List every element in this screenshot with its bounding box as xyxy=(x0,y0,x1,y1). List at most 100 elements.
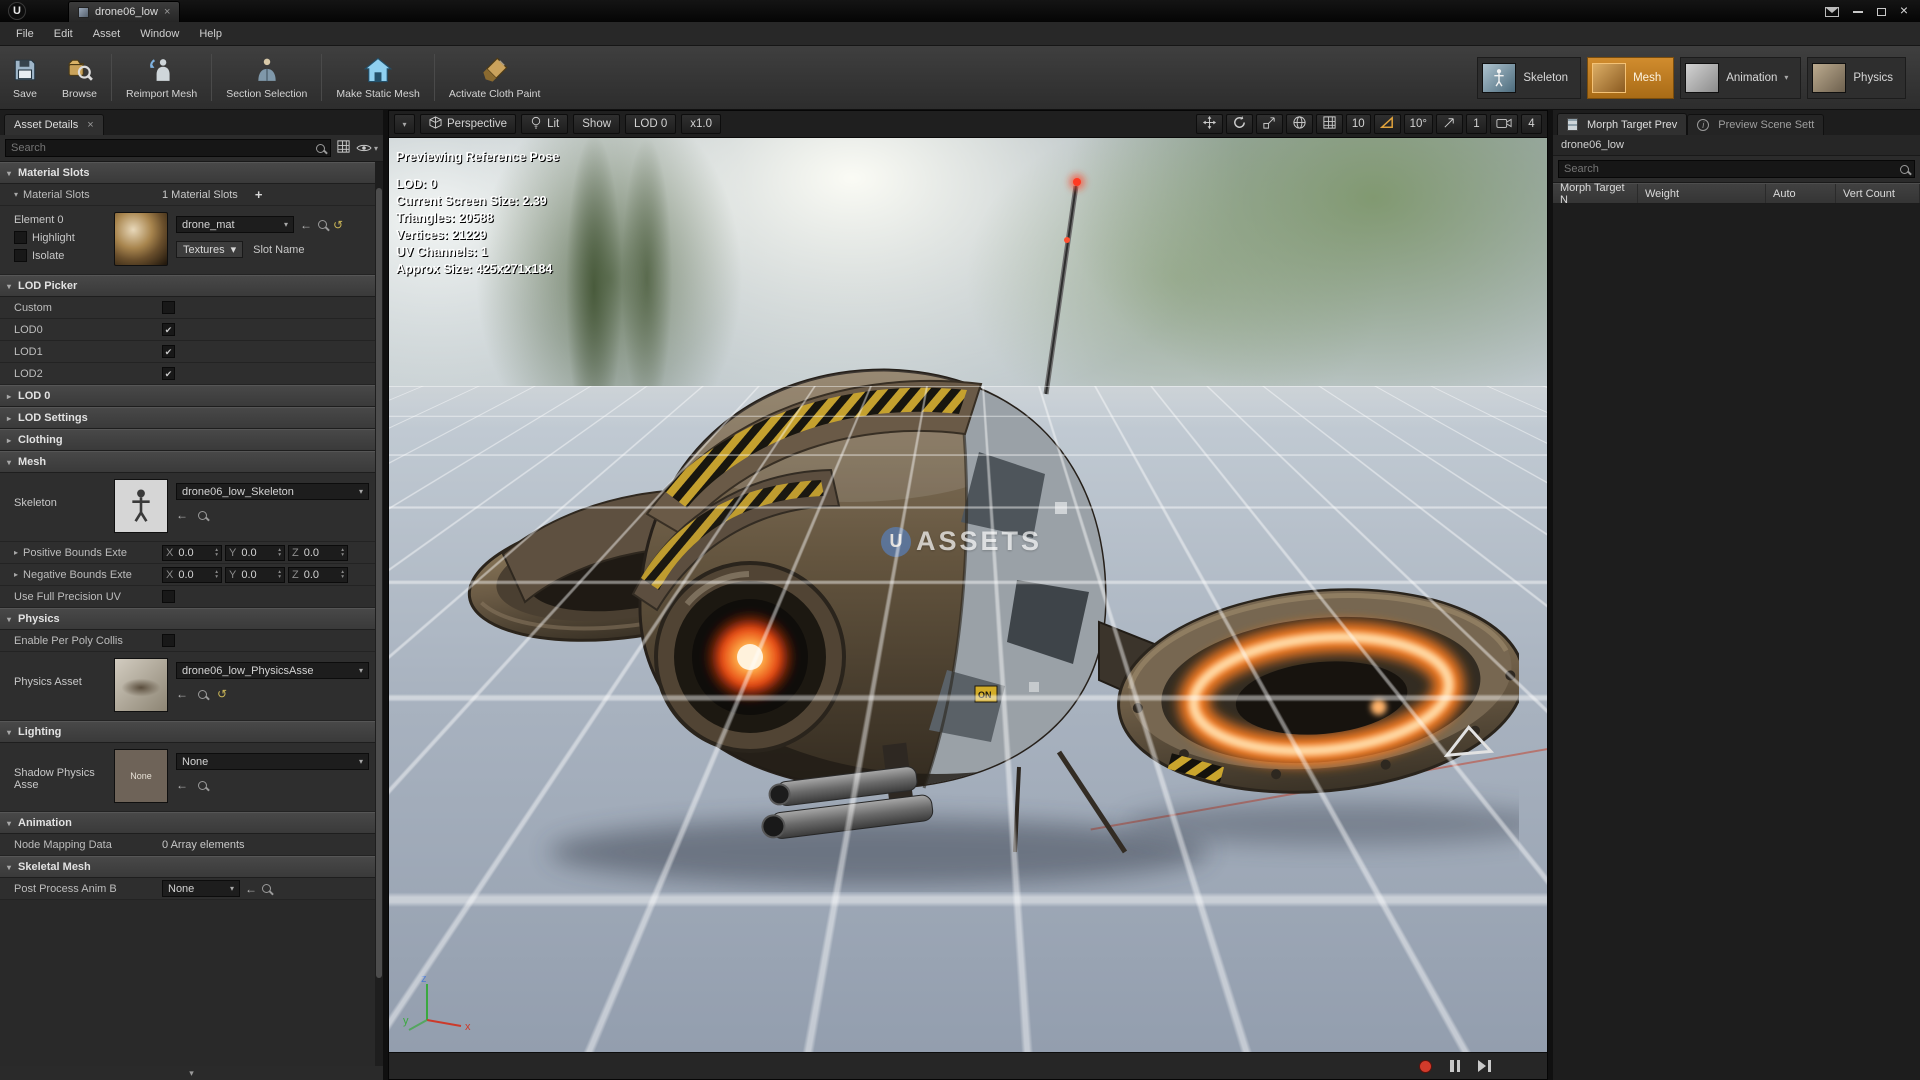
pos-bounds-y-field[interactable]: Y0.0 xyxy=(225,545,285,561)
mode-physics-button[interactable]: Physics xyxy=(1807,57,1906,99)
category-lod-picker[interactable]: LOD Picker xyxy=(0,275,375,297)
use-selected-asset-icon[interactable] xyxy=(245,882,257,896)
spinner-icon[interactable] xyxy=(341,570,344,579)
lod2-checkbox[interactable]: ✔ xyxy=(162,367,175,380)
use-selected-asset-icon[interactable] xyxy=(176,687,188,701)
search-input[interactable] xyxy=(11,142,312,154)
spinner-icon[interactable] xyxy=(215,570,218,579)
mode-mesh-button[interactable]: Mesh xyxy=(1587,57,1674,99)
category-lod-settings[interactable]: LOD Settings xyxy=(0,407,375,429)
lod0-checkbox[interactable]: ✔ xyxy=(162,323,175,336)
per-poly-collision-checkbox[interactable] xyxy=(162,634,175,647)
rotate-tool-button[interactable] xyxy=(1226,114,1253,134)
column-vert-count[interactable]: Vert Count xyxy=(1836,184,1920,203)
playback-speed-button[interactable]: x1.0 xyxy=(681,114,721,134)
search-box[interactable] xyxy=(5,139,331,157)
spinner-icon[interactable] xyxy=(278,548,281,557)
column-weight[interactable]: Weight xyxy=(1638,184,1766,203)
section-selection-button[interactable]: Section Selection xyxy=(214,46,319,109)
material-select[interactable]: drone_mat xyxy=(176,216,294,233)
tab-morph-target-preview[interactable]: Morph Target Prev xyxy=(1557,113,1687,135)
spinner-icon[interactable] xyxy=(215,548,218,557)
expand-more-chevron-icon[interactable] xyxy=(0,1066,383,1080)
full-precision-uv-checkbox[interactable] xyxy=(162,590,175,603)
pos-bounds-z-field[interactable]: Z0.0 xyxy=(288,545,348,561)
save-button[interactable]: Save xyxy=(0,46,50,109)
custom-checkbox[interactable] xyxy=(162,301,175,314)
category-physics[interactable]: Physics xyxy=(0,608,375,630)
menu-edit[interactable]: Edit xyxy=(44,24,83,44)
chevron-down-icon[interactable] xyxy=(14,190,18,199)
textures-dropdown-button[interactable]: Textures xyxy=(176,241,243,258)
pos-bounds-x-field[interactable]: X0.0 xyxy=(162,545,222,561)
tab-close-icon[interactable] xyxy=(87,120,93,130)
category-animation[interactable]: Animation xyxy=(0,812,375,834)
coordinate-system-button[interactable] xyxy=(1286,114,1313,134)
record-button[interactable] xyxy=(1419,1060,1432,1073)
rotation-snap-value-button[interactable]: 10° xyxy=(1404,114,1433,134)
category-lighting[interactable]: Lighting xyxy=(0,721,375,743)
lit-mode-button[interactable]: Lit xyxy=(521,114,568,134)
search-box[interactable] xyxy=(1558,160,1915,178)
category-material-slots[interactable]: Material Slots xyxy=(0,162,375,184)
browse-to-asset-icon[interactable] xyxy=(198,511,207,520)
document-tab[interactable]: drone06_low xyxy=(68,1,180,22)
lod1-checkbox[interactable]: ✔ xyxy=(162,345,175,358)
visibility-filter-icon[interactable] xyxy=(356,142,378,154)
details-grid-icon[interactable] xyxy=(336,139,351,157)
use-selected-asset-icon[interactable] xyxy=(300,218,312,232)
perspective-button[interactable]: Perspective xyxy=(420,114,516,134)
scale-snap-value-button[interactable]: 1 xyxy=(1466,114,1487,134)
grid-snap-button[interactable] xyxy=(1316,114,1343,134)
step-forward-button[interactable] xyxy=(1478,1060,1491,1072)
scrollbar-thumb[interactable] xyxy=(376,188,382,978)
add-material-slot-icon[interactable] xyxy=(255,187,263,202)
tab-asset-details[interactable]: Asset Details xyxy=(4,114,104,135)
spinner-icon[interactable] xyxy=(341,548,344,557)
close-button[interactable] xyxy=(1900,5,1908,18)
reset-to-default-icon[interactable] xyxy=(333,218,343,232)
skeleton-select[interactable]: drone06_low_Skeleton xyxy=(176,483,369,500)
menu-help[interactable]: Help xyxy=(189,24,232,44)
material-thumbnail[interactable] xyxy=(114,212,168,266)
physics-asset-thumbnail[interactable] xyxy=(114,658,168,712)
mode-animation-button[interactable]: Animation xyxy=(1680,57,1801,99)
physics-asset-select[interactable]: drone06_low_PhysicsAsse xyxy=(176,662,369,679)
morph-search-input[interactable] xyxy=(1564,163,1896,175)
browse-to-asset-icon[interactable] xyxy=(198,690,207,699)
grid-snap-value-button[interactable]: 10 xyxy=(1346,114,1371,134)
reset-to-default-icon[interactable] xyxy=(217,687,227,701)
activate-cloth-paint-button[interactable]: Activate Cloth Paint xyxy=(437,46,553,109)
neg-bounds-z-field[interactable]: Z0.0 xyxy=(288,567,348,583)
chevron-right-icon[interactable] xyxy=(14,570,18,579)
feedback-icon[interactable] xyxy=(1825,7,1839,17)
browse-to-asset-icon[interactable] xyxy=(198,781,207,790)
category-lod0[interactable]: LOD 0 xyxy=(0,385,375,407)
tab-preview-scene-settings[interactable]: i Preview Scene Sett xyxy=(1687,114,1824,135)
shadow-physics-select[interactable]: None xyxy=(176,753,369,770)
tab-close-icon[interactable] xyxy=(164,7,170,17)
scale-tool-button[interactable] xyxy=(1256,114,1283,134)
morph-target-list[interactable] xyxy=(1553,204,1920,1080)
panel-scrollbar[interactable] xyxy=(375,162,383,1066)
browse-button[interactable]: Browse xyxy=(50,46,109,109)
maximize-button[interactable] xyxy=(1877,8,1886,16)
isolate-checkbox[interactable] xyxy=(14,249,27,262)
camera-speed-value-button[interactable]: 4 xyxy=(1521,114,1542,134)
menu-asset[interactable]: Asset xyxy=(83,24,131,44)
category-clothing[interactable]: Clothing xyxy=(0,429,375,451)
rotation-snap-button[interactable] xyxy=(1374,114,1401,134)
column-morph-target-name[interactable]: Morph Target N xyxy=(1553,184,1638,203)
use-selected-asset-icon[interactable] xyxy=(176,778,188,792)
minimize-button[interactable] xyxy=(1853,11,1863,13)
show-menu-button[interactable]: Show xyxy=(573,114,620,134)
browse-to-asset-icon[interactable] xyxy=(318,220,327,229)
make-static-mesh-button[interactable]: Make Static Mesh xyxy=(324,46,431,109)
menu-file[interactable]: File xyxy=(6,24,44,44)
translate-tool-button[interactable] xyxy=(1196,114,1223,134)
highlight-checkbox[interactable] xyxy=(14,231,27,244)
reimport-mesh-button[interactable]: Reimport Mesh xyxy=(114,46,209,109)
spinner-icon[interactable] xyxy=(278,570,281,579)
category-skeletal-mesh[interactable]: Skeletal Mesh xyxy=(0,856,375,878)
pause-button[interactable] xyxy=(1450,1060,1460,1072)
